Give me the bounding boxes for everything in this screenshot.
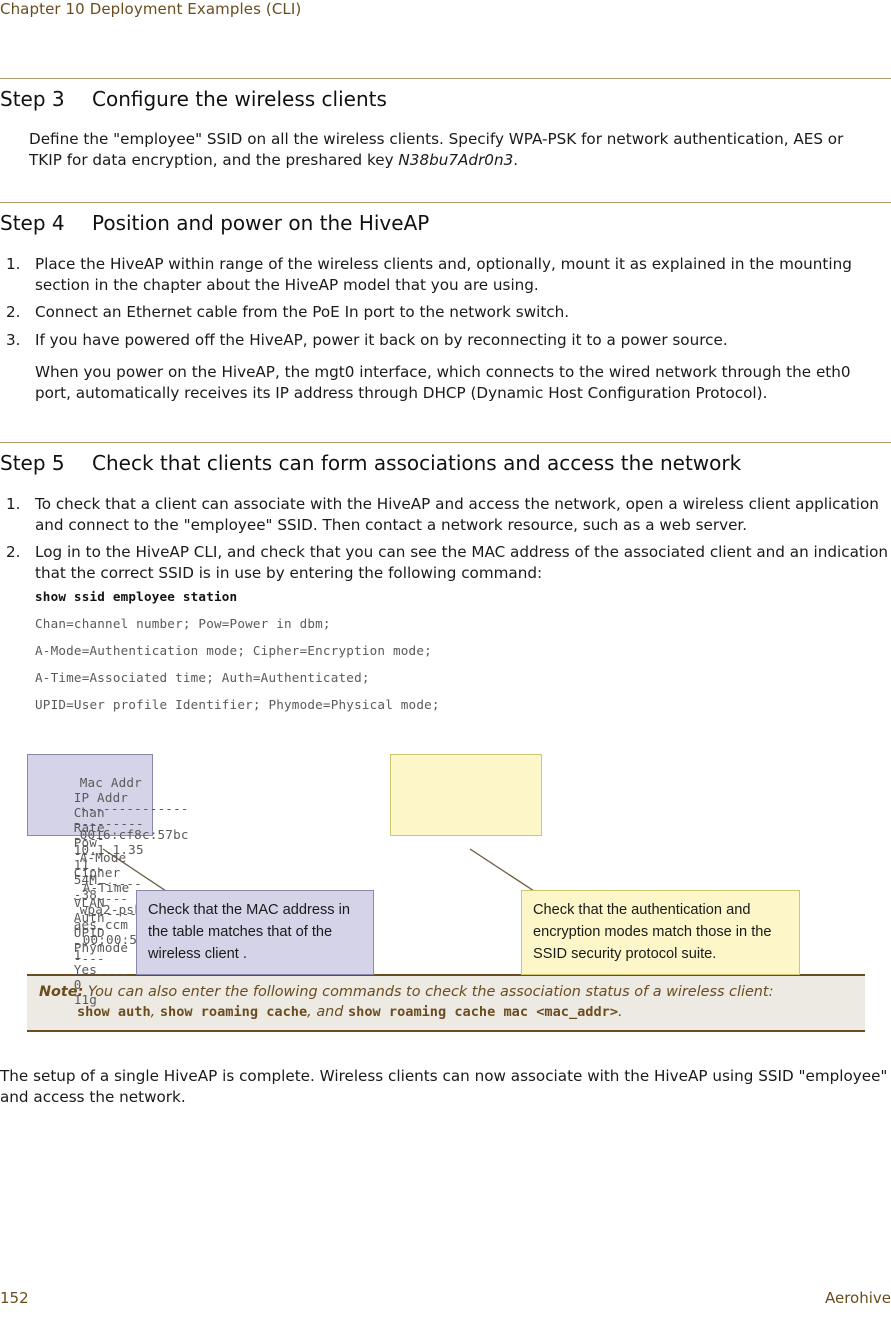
step-5-heading: Step 5 Check that clients can form assoc… <box>0 442 891 475</box>
list-item: 2. Log in to the HiveAP CLI, and check t… <box>6 542 891 583</box>
list-item-text: To check that a client can associate wit… <box>35 495 879 534</box>
step-4-number: Step 4 <box>0 211 65 235</box>
td-upid: 0 <box>73 977 82 992</box>
closing-paragraph: The setup of a single HiveAP is complete… <box>0 1067 888 1106</box>
step-3-paragraph-suffix: . <box>513 150 519 169</box>
step-5-list: 1. To check that a client can associate … <box>6 494 888 583</box>
callout-mac-address: Check that the MAC address in the table … <box>136 890 374 975</box>
cli-legend-line: A-Mode=Authentication mode; Cipher=Encry… <box>35 643 432 658</box>
note-second-line: show auth, show roaming cache, and show … <box>77 1002 855 1023</box>
step-3-paragraph: Define the "employee" SSID on all the wi… <box>29 129 863 170</box>
list-item: 1. Place the HiveAP within range of the … <box>6 254 891 295</box>
note-separator-2: , <box>307 1004 317 1020</box>
highlight-security-columns <box>390 754 542 836</box>
station-table: Mac Addr IP Addr Chan Rate Pow A-Mode Ci… <box>27 754 891 1007</box>
cli-legend-line: UPID=User profile Identifier; Phymode=Ph… <box>35 697 440 712</box>
list-marker: 2. <box>6 543 21 561</box>
step-4-heading: Step 4 Position and power on the HiveAP <box>0 202 891 235</box>
step-5-title: Check that clients can form associations… <box>92 451 742 475</box>
list-item: 1. To check that a client can associate … <box>6 494 891 535</box>
note-period: . <box>618 1004 623 1020</box>
note-command-2: show roaming cache <box>159 1004 308 1020</box>
callout-security-modes: Check that the authentication and encryp… <box>521 890 800 975</box>
step-5-number: Step 5 <box>0 451 65 475</box>
cli-legend-line: Chan=channel number; Pow=Power in dbm; <box>35 616 331 631</box>
step-3-heading: Step 3 Configure the wireless clients <box>0 78 891 111</box>
list-marker: 1. <box>6 495 21 513</box>
connector-line-mode <box>469 848 535 892</box>
callout-layer: Check that the MAC address in the table … <box>0 846 891 975</box>
note-conjunction: and <box>316 1004 348 1020</box>
footer-brand: Aerohive <box>824 1289 891 1307</box>
list-marker: 3. <box>6 330 21 349</box>
step-4-follow-up-paragraph: When you power on the HiveAP, the mgt0 i… <box>35 363 851 402</box>
td-mac-addr: 0016:cf8c:57bc <box>79 827 189 842</box>
list-item-text: Connect an Ethernet cable from the PoE I… <box>35 303 570 321</box>
list-item-text: If you have powered off the HiveAP, powe… <box>35 330 728 349</box>
step-4-list: 1. Place the HiveAP within range of the … <box>6 254 886 350</box>
connector-line-mac <box>102 848 167 892</box>
step-3-title: Configure the wireless clients <box>92 87 387 111</box>
page-content: Step 3 Configure the wireless clients De… <box>0 78 891 1107</box>
list-item: 3. If you have powered off the HiveAP, p… <box>6 330 891 351</box>
list-marker: 1. <box>6 255 21 273</box>
step-4-title: Position and power on the HiveAP <box>92 211 430 235</box>
td-phymode: 11g <box>73 992 98 1007</box>
running-head: Chapter 10 Deployment Examples (CLI) <box>0 0 302 18</box>
footer-page-number: 152 <box>0 1289 29 1307</box>
list-marker: 2. <box>6 303 21 321</box>
cli-output-block: show ssid employee station Chan=channel … <box>35 589 891 712</box>
cli-command: show ssid employee station <box>35 589 238 604</box>
preshared-key-value: N38bu7Adr0n3 <box>398 150 514 169</box>
list-item: 2. Connect an Ethernet cable from the Po… <box>6 302 891 323</box>
list-item-text: Log in to the HiveAP CLI, and check that… <box>35 543 888 582</box>
step-3-number: Step 3 <box>0 87 65 111</box>
cli-legend-line: A-Time=Associated time; Auth=Authenticat… <box>35 670 370 685</box>
list-item-text: Place the HiveAP within range of the wir… <box>35 255 852 294</box>
note-command-3: show roaming cache mac <mac_addr> <box>347 1004 619 1020</box>
note-text: You can also enter the following command… <box>87 984 774 1000</box>
